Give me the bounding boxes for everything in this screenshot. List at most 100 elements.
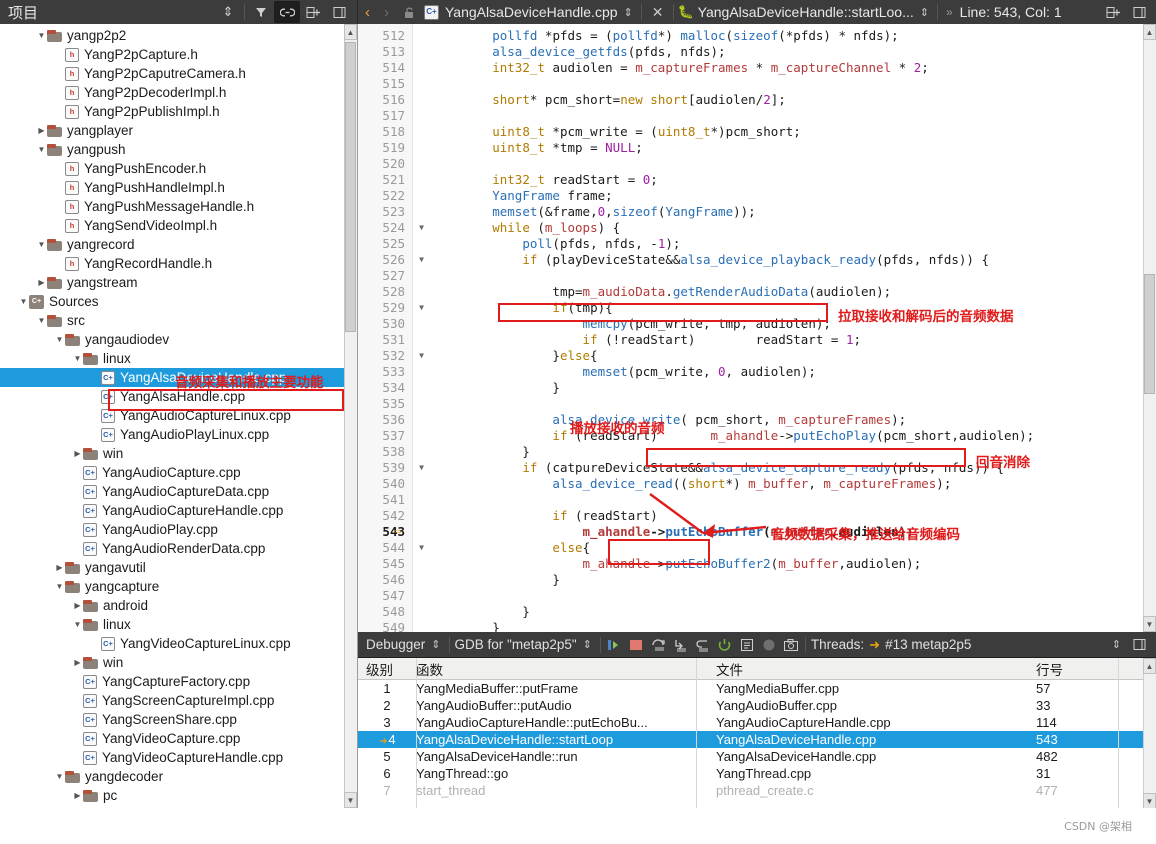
file-dropdown-icon[interactable]: ⇕ xyxy=(618,6,638,19)
code-line[interactable]: memcpy(pcm_write, tmp, audiolen); xyxy=(432,316,831,332)
step-into-icon[interactable] xyxy=(604,635,626,655)
sidebar-scroll-thumb[interactable] xyxy=(345,42,356,332)
chevron-right-icon[interactable]: ▶ xyxy=(72,658,83,667)
sort-updown-icon[interactable]: ⇕ xyxy=(215,1,241,23)
fold-toggle-icon[interactable]: ▼ xyxy=(416,348,427,364)
call-stack-row[interactable]: 2 YangAudioBuffer::putAudio YangAudioBuffe… xyxy=(358,697,1156,714)
tree-item[interactable]: ·C+ YangVideoCaptureLinux.cpp xyxy=(0,634,344,653)
call-stack-scrollbar[interactable]: ▲ ▼ xyxy=(1143,658,1156,808)
code-line[interactable]: poll(pfds, nfds, -1); xyxy=(432,236,680,252)
chevron-right-icon[interactable]: ▶ xyxy=(72,449,83,458)
tree-item[interactable]: ▼ src xyxy=(0,311,344,330)
tree-item[interactable]: ·C+ YangAudioPlayLinux.cpp xyxy=(0,425,344,444)
column-header-file[interactable]: 文件 xyxy=(716,659,1036,679)
tree-item[interactable]: ▶ win xyxy=(0,653,344,672)
tree-item[interactable]: ▶ yangavutil xyxy=(0,558,344,577)
split-add-icon[interactable] xyxy=(300,1,326,23)
tree-item[interactable]: ·C+ YangScreenCaptureImpl.cpp xyxy=(0,691,344,710)
chevron-right-icon[interactable]: ▶ xyxy=(54,563,65,572)
editor-scroll-thumb[interactable] xyxy=(1144,274,1155,394)
tree-item[interactable]: ·h YangRecordHandle.h xyxy=(0,254,344,273)
chevron-down-icon[interactable]: ▼ xyxy=(36,240,47,249)
code-line[interactable]: m_ahandle->putEchoBuffer2(m_buffer,audio… xyxy=(432,556,922,572)
record-icon[interactable] xyxy=(758,635,780,655)
tree-item[interactable]: ▼ yangpush xyxy=(0,140,344,159)
fold-toggle-icon[interactable]: ▼ xyxy=(416,540,427,556)
tree-item[interactable]: ▼ C+ Sources xyxy=(0,292,344,311)
tree-item[interactable]: ·C+ YangAudioCapture.cpp xyxy=(0,463,344,482)
tree-item[interactable]: ▶ yangstream xyxy=(0,273,344,292)
tree-item[interactable]: ·C+ YangAudioCaptureLinux.cpp xyxy=(0,406,344,425)
editor-panel-close-icon[interactable] xyxy=(1126,1,1152,23)
tree-item[interactable]: ·C+ YangAudioCaptureData.cpp xyxy=(0,482,344,501)
restart-icon[interactable] xyxy=(714,635,736,655)
tree-item[interactable]: ▼ linux xyxy=(0,349,344,368)
call-stack-rows[interactable]: 1 YangMediaBuffer::putFrame YangMediaBuffe… xyxy=(358,680,1156,799)
filter-icon[interactable] xyxy=(248,1,274,23)
chevron-down-icon[interactable]: ▼ xyxy=(54,582,65,591)
code-line[interactable]: uint8_t *tmp = NULL; xyxy=(432,140,643,156)
code-line[interactable]: int32_t audiolen = m_captureFrames * m_c… xyxy=(432,60,929,76)
code-line[interactable]: if (playDeviceState&&alsa_device_playbac… xyxy=(432,252,989,268)
editor-scrollbar[interactable]: ▲ ▼ xyxy=(1143,24,1156,632)
column-header-level[interactable]: 级别 xyxy=(358,659,416,679)
code-line[interactable]: }else{ xyxy=(432,348,597,364)
chevron-right-icon[interactable]: » xyxy=(941,5,958,19)
tree-item[interactable]: ▼ linux xyxy=(0,615,344,634)
code-line[interactable]: alsa_device_write( pcm_short, m_captureF… xyxy=(432,412,906,428)
code-line[interactable]: memset(pcm_write, 0, audiolen); xyxy=(432,364,816,380)
call-stack-row[interactable]: 5 YangAlsaDeviceHandle::run YangAlsaDevice… xyxy=(358,748,1156,765)
chevron-down-icon[interactable]: ▼ xyxy=(36,316,47,325)
code-line[interactable]: } xyxy=(432,620,500,632)
editor-split-add-icon[interactable] xyxy=(1100,1,1126,23)
sidebar-scroll-down-icon[interactable]: ▼ xyxy=(344,792,357,808)
call-stack-row[interactable]: 7 start_thread pthread_create.c 477 xyxy=(358,782,1156,799)
fold-toggle-icon[interactable]: ▼ xyxy=(416,460,427,476)
project-tree[interactable]: ▼yangp2p2·hYangP2pCapture.h·hYangP2pCapu… xyxy=(0,24,344,805)
tree-item[interactable]: ·C+ YangAudioCaptureHandle.cpp xyxy=(0,501,344,520)
chevron-down-icon[interactable]: ▼ xyxy=(18,297,29,306)
code-line[interactable]: else{ xyxy=(432,540,590,556)
tree-item[interactable]: ▶ yangplayer xyxy=(0,121,344,140)
chevron-down-icon[interactable]: ▼ xyxy=(36,145,47,154)
code-line[interactable]: } xyxy=(432,604,530,620)
tree-item[interactable]: ·h YangP2pPublishImpl.h xyxy=(0,102,344,121)
code-line[interactable]: } xyxy=(432,572,560,588)
back-arrow-icon[interactable]: ‹ xyxy=(358,4,377,21)
panel-close-icon[interactable] xyxy=(326,1,352,23)
step-return-icon[interactable] xyxy=(692,635,714,655)
tree-item[interactable]: ▼ yangdecoder xyxy=(0,767,344,786)
fold-toggle-icon[interactable]: ▼ xyxy=(416,252,427,268)
fold-toggle-icon[interactable]: ▼ xyxy=(416,300,427,316)
tree-item[interactable]: ·C+ YangVideoCaptureHandle.cpp xyxy=(0,748,344,767)
stack-scroll-down-icon[interactable]: ▼ xyxy=(1143,793,1156,808)
stack-scroll-up-icon[interactable]: ▲ xyxy=(1143,658,1156,674)
code-editor[interactable]: 512 pollfd *pfds = (pollfd*) malloc(size… xyxy=(358,24,1156,632)
chevron-down-icon[interactable]: ▼ xyxy=(72,620,83,629)
code-line[interactable]: YangFrame frame; xyxy=(432,188,612,204)
code-line[interactable]: while (m_loops) { xyxy=(432,220,620,236)
tree-item[interactable]: ▶ win xyxy=(0,444,344,463)
tree-item[interactable]: ·C+ YangAudioPlay.cpp xyxy=(0,520,344,539)
tree-item[interactable]: ·C+ YangAudioRenderData.cpp xyxy=(0,539,344,558)
tree-item[interactable]: ▶ pc xyxy=(0,786,344,805)
code-line[interactable]: short* pcm_short=new short[audiolen/2]; xyxy=(432,92,786,108)
tree-item[interactable]: ▼ yangaudiodev xyxy=(0,330,344,349)
tree-item[interactable]: ▼ yangp2p2 xyxy=(0,26,344,45)
tree-item[interactable]: ▼ yangcapture xyxy=(0,577,344,596)
call-stack-row[interactable]: 1 YangMediaBuffer::putFrame YangMediaBuffe… xyxy=(358,680,1156,697)
step-out-icon[interactable] xyxy=(626,635,648,655)
call-stack-panel[interactable]: 级别 函数 文件 行号 1 YangMediaBuffer::putFrame Ya… xyxy=(358,657,1156,808)
screenshot-icon[interactable] xyxy=(780,635,802,655)
code-line[interactable]: } xyxy=(432,444,530,460)
tree-item[interactable]: ·h YangP2pDecoderImpl.h xyxy=(0,83,344,102)
code-line[interactable]: pollfd *pfds = (pollfd*) malloc(sizeof(*… xyxy=(432,28,898,44)
forward-arrow-icon[interactable]: › xyxy=(377,4,396,21)
step-into-line-icon[interactable] xyxy=(670,635,692,655)
call-stack-row[interactable]: 3 YangAudioCaptureHandle::putEchoBu... Yan… xyxy=(358,714,1156,731)
chevron-right-icon[interactable]: ▶ xyxy=(36,278,47,287)
editor-scroll-down-icon[interactable]: ▼ xyxy=(1143,616,1156,632)
chevron-down-icon[interactable]: ▼ xyxy=(36,31,47,40)
tree-item[interactable]: ·h YangPushMessageHandle.h xyxy=(0,197,344,216)
dbg-panel-close-icon[interactable] xyxy=(1126,634,1152,656)
